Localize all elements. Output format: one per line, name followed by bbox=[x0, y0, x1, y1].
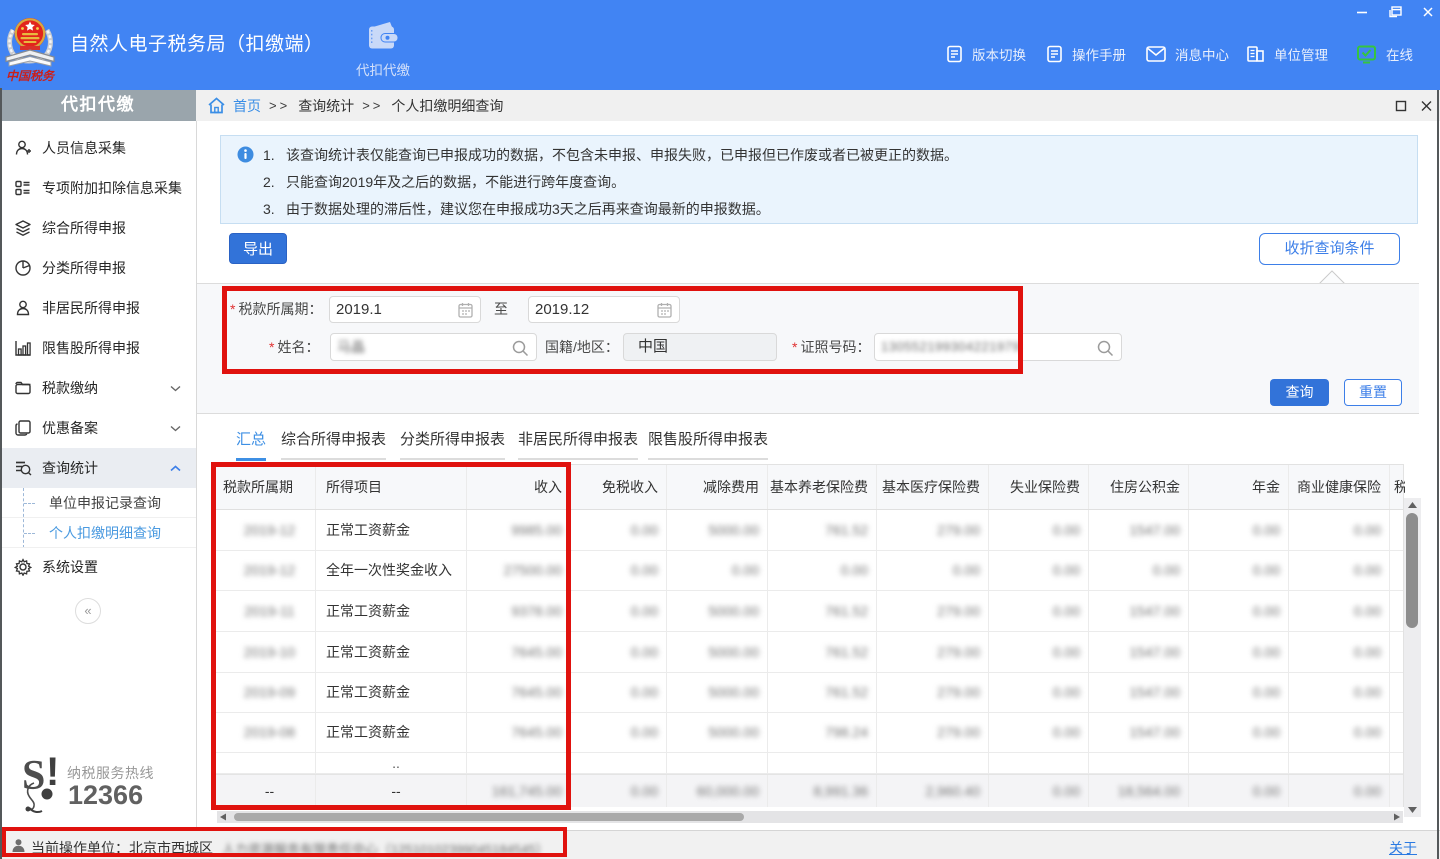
svg-text:中国税务: 中国税务 bbox=[6, 69, 56, 83]
svg-text:!: ! bbox=[46, 753, 59, 794]
